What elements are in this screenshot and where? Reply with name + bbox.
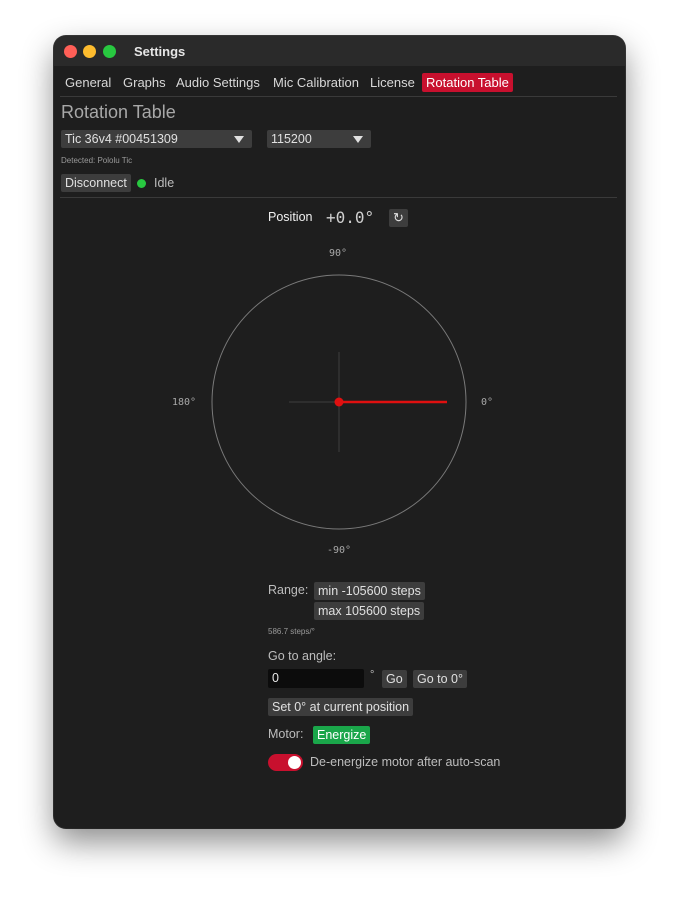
- deenergize-toggle[interactable]: [268, 754, 303, 771]
- dial-label-minus-90: -90°: [327, 545, 352, 556]
- settings-window: Settings General Graphs Audio Settings M…: [54, 36, 625, 828]
- steps-per-degree: 586.7 steps/°: [268, 627, 315, 636]
- go-button[interactable]: Go: [382, 670, 407, 688]
- range-min-button[interactable]: min -105600 steps: [314, 582, 425, 600]
- range-max-button[interactable]: max 105600 steps: [314, 602, 425, 620]
- energize-button[interactable]: Energize: [313, 726, 371, 744]
- goto-angle-label: Go to angle:: [268, 649, 337, 663]
- deenergize-label: De-energize motor after auto-scan: [310, 755, 501, 769]
- dial-label-90: 90°: [329, 248, 348, 259]
- dial-label-0: 0°: [481, 397, 494, 408]
- set-zero-button[interactable]: Set 0° at current position: [268, 698, 414, 716]
- go-to-zero-button[interactable]: Go to 0°: [413, 670, 467, 688]
- goto-angle-input[interactable]: 0: [268, 669, 364, 688]
- dial-label-180: 180°: [172, 397, 197, 408]
- dial-center-dot: [334, 397, 344, 407]
- toggle-knob: [288, 756, 301, 769]
- degree-unit: °: [370, 669, 375, 681]
- range-label: Range:: [268, 583, 309, 597]
- motor-label: Motor:: [268, 727, 304, 741]
